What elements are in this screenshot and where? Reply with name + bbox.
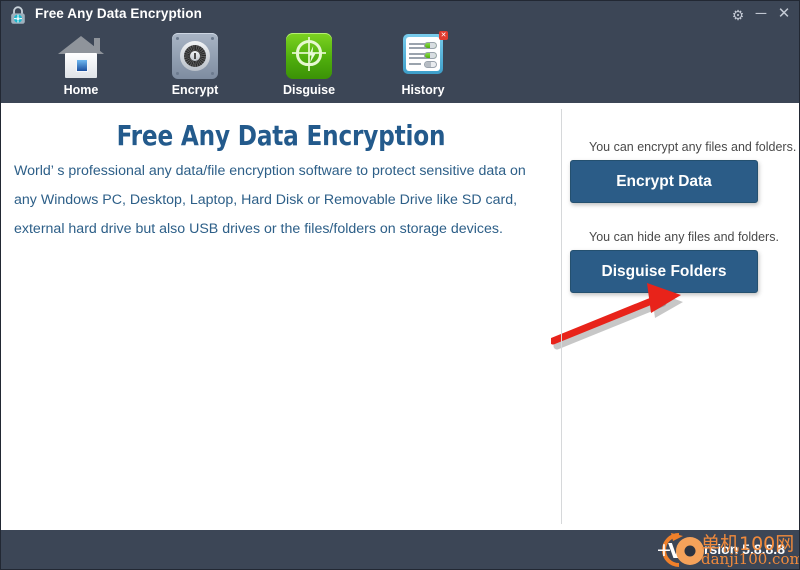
encrypt-hint-text: You can encrypt any files and folders. bbox=[589, 140, 797, 154]
toolbar-item-history[interactable]: ✕ History bbox=[367, 28, 479, 103]
toolbar-label-history: History bbox=[401, 83, 445, 97]
application-window: Free Any Data Encryption ⚙ ─ ✕ Home Encr… bbox=[0, 0, 800, 570]
safe-dial-icon bbox=[169, 30, 221, 82]
green-shield-bolt-icon bbox=[283, 30, 335, 82]
minimize-button[interactable]: ─ bbox=[750, 4, 772, 24]
red-arrow-annotation bbox=[551, 283, 683, 350]
padlock-icon bbox=[11, 6, 25, 24]
toolbar-item-home[interactable]: Home bbox=[25, 28, 137, 103]
page-title: Free Any Data Encryption bbox=[116, 119, 446, 152]
disguise-hint-text: You can hide any files and folders. bbox=[589, 230, 779, 244]
encrypt-data-button[interactable]: Encrypt Data bbox=[570, 160, 758, 203]
close-badge-icon: ✕ bbox=[439, 31, 448, 40]
toolbar-label-disguise: Disguise bbox=[282, 83, 336, 97]
toolbar-label-encrypt: Encrypt bbox=[171, 83, 219, 97]
title-bar: Free Any Data Encryption ⚙ ─ ✕ bbox=[1, 1, 799, 28]
watermark-url-text: danji100.com bbox=[701, 550, 800, 568]
main-toolbar: Home Encrypt Disguise ✕ History bbox=[1, 28, 799, 103]
close-button[interactable]: ✕ bbox=[773, 4, 795, 24]
toolbar-item-encrypt[interactable]: Encrypt bbox=[139, 28, 251, 103]
list-panel-icon: ✕ bbox=[397, 30, 449, 82]
window-title: Free Any Data Encryption bbox=[35, 6, 202, 21]
home-icon bbox=[55, 30, 107, 82]
product-description: World’ s professional any data/file encr… bbox=[14, 163, 526, 237]
panel-divider bbox=[561, 109, 562, 524]
content-area: Free Any Data Encryption World’ s profes… bbox=[1, 103, 799, 530]
toolbar-item-disguise[interactable]: Disguise bbox=[253, 28, 365, 103]
toolbar-label-home: Home bbox=[63, 83, 99, 97]
gear-icon[interactable]: ⚙ bbox=[727, 5, 749, 25]
